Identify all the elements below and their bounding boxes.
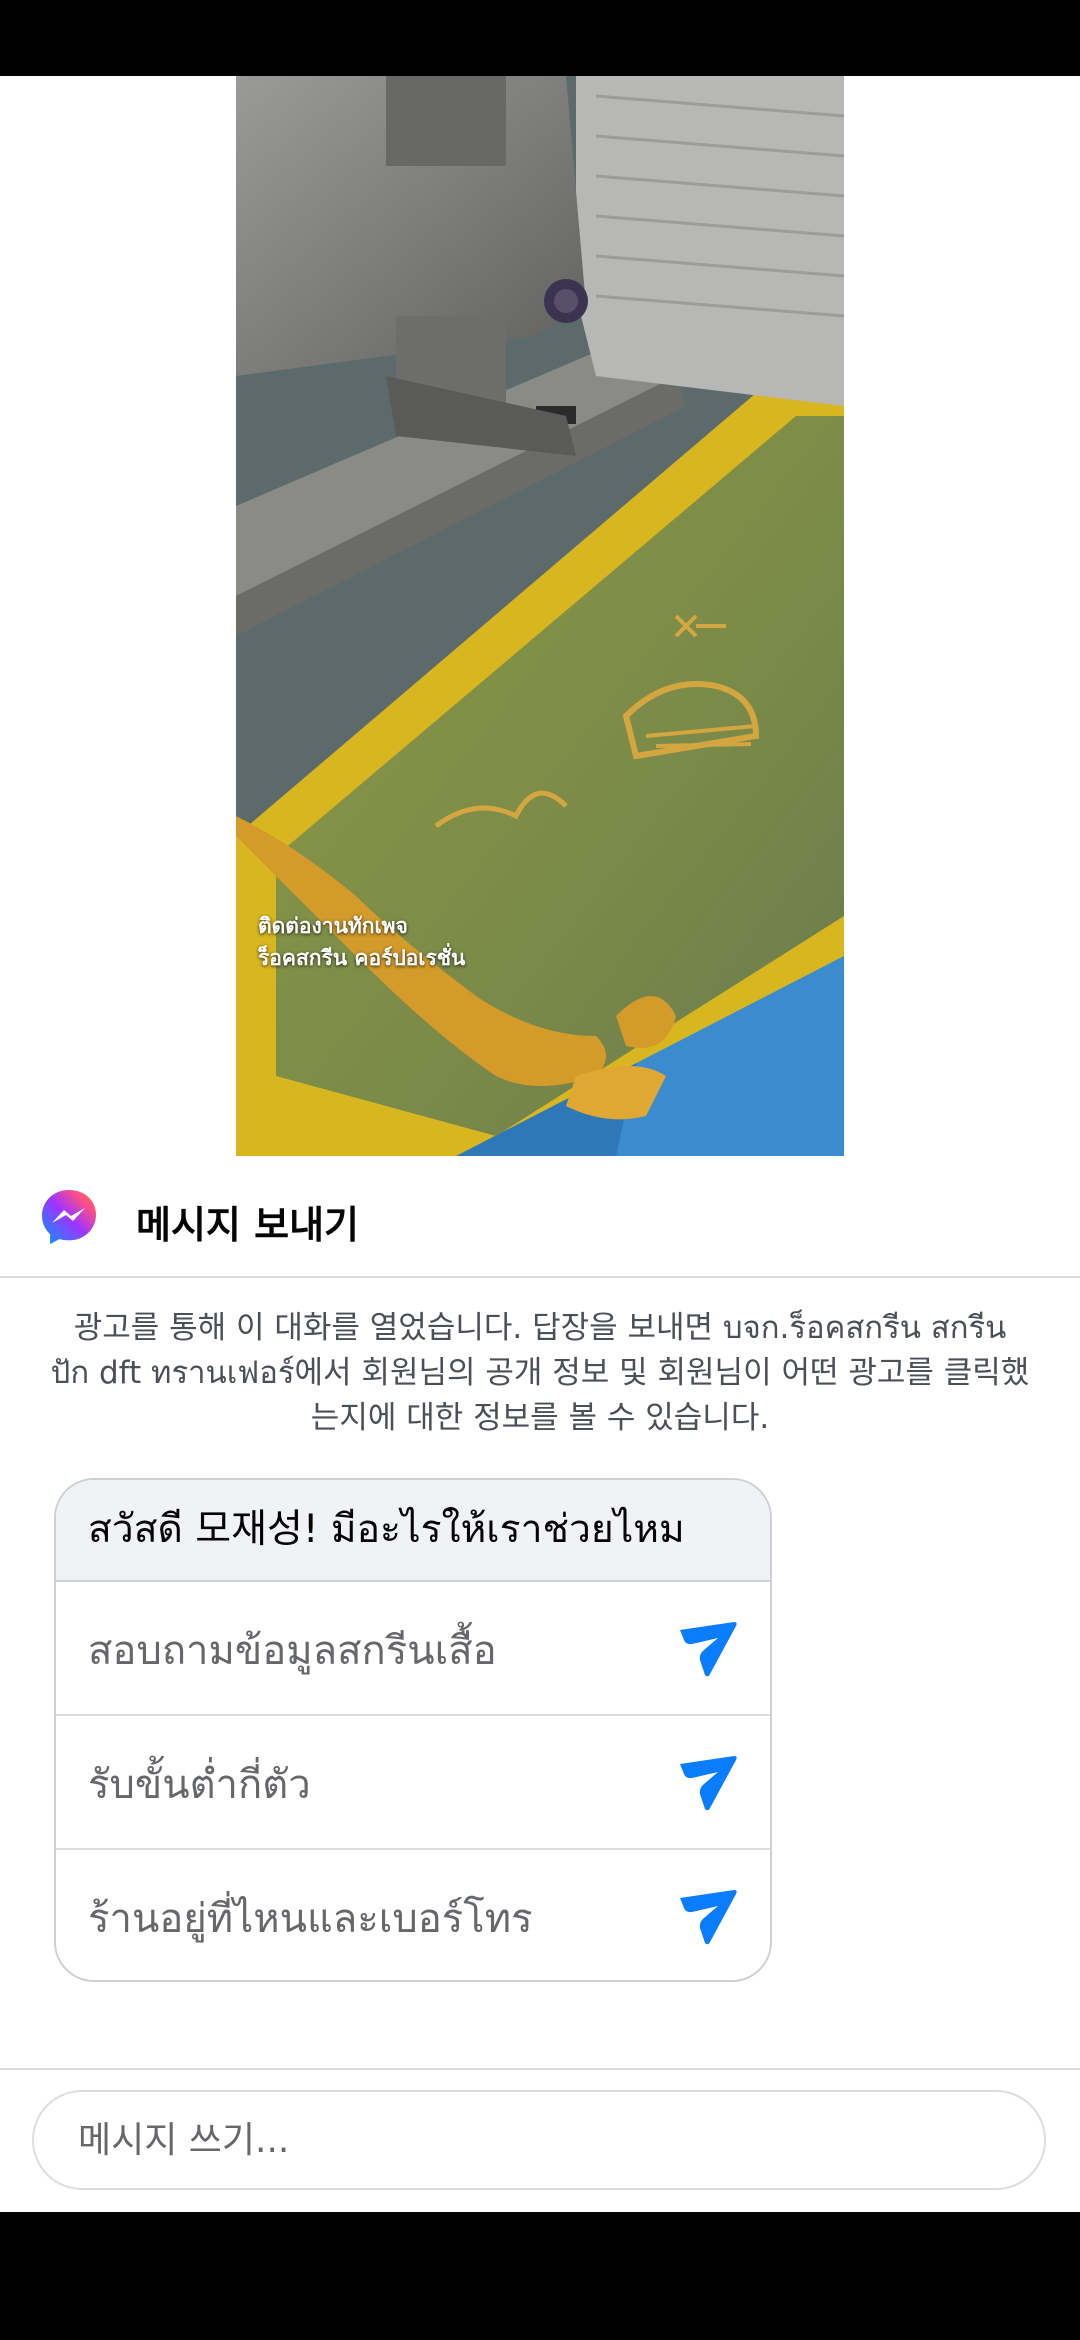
ad-video[interactable]: ติดต่องานทักเพจ ร็อคสกรีน คอร์ปอเรชั่น xyxy=(236,76,844,1156)
quick-reply-option[interactable]: สอบถามข้อมูลสกรีนเสื้อ xyxy=(56,1582,770,1716)
quick-reply-option[interactable]: รับขั้นต่ำกี่ตัว xyxy=(56,1716,770,1850)
video-caption-line-1: ติดต่องานทักเพจ xyxy=(258,914,408,938)
quick-reply-label: สอบถามข้อมูลสกรีนเสื้อ xyxy=(88,1628,497,1674)
quick-reply-label: รับขั้นต่ำกี่ตัว xyxy=(88,1762,311,1808)
ad-conversation-notice: 광고를 통해 이 대화를 열었습니다. 답장을 보내면 บจก.ร็อคสกรี… xyxy=(50,1310,1030,1436)
video-caption-line-2: ร็อคสกรีน คอร์ปอเรชั่น xyxy=(258,946,466,970)
messenger-header: 메시지 보내기 xyxy=(0,1156,1080,1278)
status-bar xyxy=(0,0,1080,76)
message-input[interactable] xyxy=(32,2090,1046,2190)
header-title: 메시지 보내기 xyxy=(136,1203,359,1247)
video-caption: ติดต่องานทักเพจ ร็อคสกรีน คอร์ปอเรชั่น xyxy=(258,910,465,974)
quick-reply-card: สวัสดี 모재성! มีอะไรให้เราช่วยไหม สอบถามข้… xyxy=(54,1478,772,1982)
quick-reply-label: ร้านอยู่ที่ไหนและเบอร์โทร xyxy=(88,1896,533,1942)
composer-divider xyxy=(0,2068,1080,2070)
messenger-icon xyxy=(42,1190,96,1245)
send-icon xyxy=(680,1756,737,1811)
quick-reply-option[interactable]: ร้านอยู่ที่ไหนและเบอร์โทร xyxy=(56,1850,770,1980)
navigation-bar xyxy=(0,2212,1080,2340)
send-icon xyxy=(680,1890,737,1945)
send-icon xyxy=(680,1622,737,1677)
greeting-message: สวัสดี 모재성! มีอะไรให้เราช่วยไหม xyxy=(56,1480,770,1582)
screen-printing-video-frame xyxy=(236,76,844,1156)
